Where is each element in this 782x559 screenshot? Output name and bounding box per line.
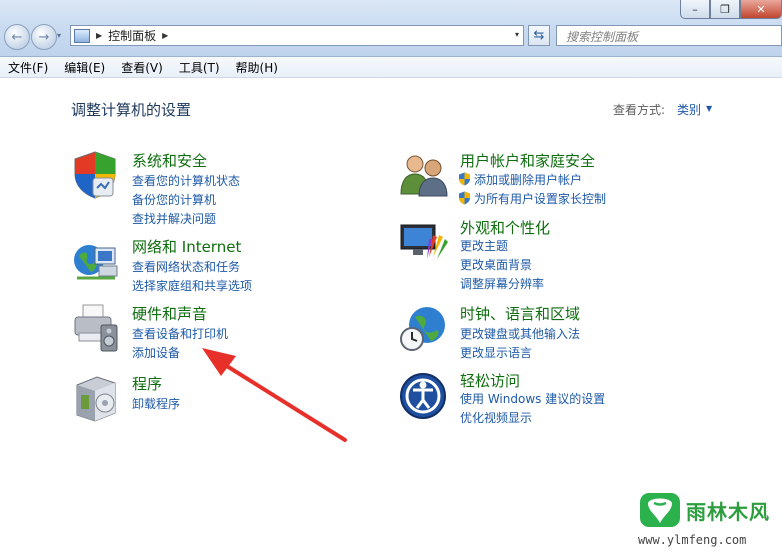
watermark-name: 雨林木风 [686,500,770,524]
watermark-url: www.ylmfeng.com [638,533,747,547]
annotation-arrow [202,348,347,442]
watermark-logo-icon [640,493,680,527]
